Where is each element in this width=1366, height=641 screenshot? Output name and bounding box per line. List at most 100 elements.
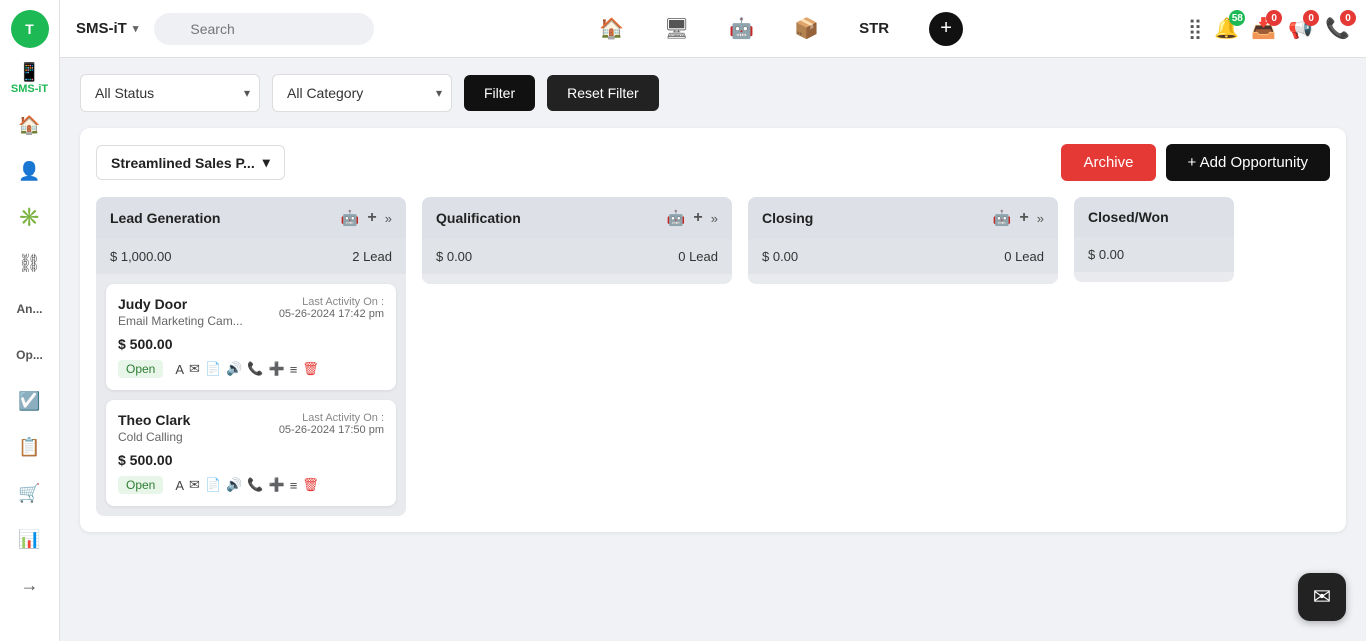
chat-icon: ✉ bbox=[1313, 584, 1331, 610]
col-title-closing: Closing bbox=[762, 210, 985, 226]
filter-button[interactable]: Filter bbox=[464, 75, 535, 111]
home-icon[interactable]: 🏠 bbox=[599, 16, 624, 41]
col-amount-closing: $ 0.00 bbox=[762, 249, 798, 264]
robot-icon[interactable]: 🤖 bbox=[729, 16, 754, 41]
col-totals-closing: $ 0.00 0 Lead bbox=[748, 239, 1058, 274]
action-delete-theo[interactable]: 🗑 bbox=[302, 477, 319, 493]
kanban-col-closed-won: Closed/Won $ 0.00 bbox=[1074, 197, 1234, 282]
user-avatar[interactable]: T bbox=[11, 10, 49, 48]
action-audio-judy[interactable]: 🔊 bbox=[226, 361, 242, 377]
content: All Status ▾ All Category ▾ Filter Reset… bbox=[60, 58, 1366, 641]
col-title-closed-won: Closed/Won bbox=[1088, 209, 1220, 225]
sidebar-item-collapse[interactable]: → bbox=[11, 566, 49, 604]
sidebar-item-shop[interactable]: 🛒 bbox=[11, 474, 49, 512]
last-activity-theo: 05-26-2024 17:50 pm bbox=[279, 424, 384, 436]
col-add-icon-lead-generation[interactable]: + bbox=[367, 209, 376, 227]
opp-status-theo: Open bbox=[118, 476, 163, 494]
kanban-board: Lead Generation 🤖 + » $ 1,000.00 2 Lead bbox=[96, 197, 1330, 516]
opp-footer-judy: Open A ✉ 📄 🔊 📞 ➕ ≡ 🗑 bbox=[118, 360, 384, 378]
opp-actions-theo: A ✉ 📄 🔊 📞 ➕ ≡ 🗑 bbox=[175, 477, 318, 493]
sidebar-item-tasks[interactable]: ☑️ bbox=[11, 382, 49, 420]
sidebar-item-pipeline[interactable]: ⛓ bbox=[11, 244, 49, 282]
opp-sub-judy-door: Email Marketing Cam... bbox=[118, 314, 243, 328]
col-totals-lead-generation: $ 1,000.00 2 Lead bbox=[96, 239, 406, 274]
brand-chevron: ▾ bbox=[133, 22, 139, 35]
monitor-icon[interactable]: 🖥 bbox=[664, 16, 689, 41]
bell-icon-btn[interactable]: 🔔 58 bbox=[1214, 16, 1239, 41]
opp-card-judy-door[interactable]: Judy Door Email Marketing Cam... Last Ac… bbox=[106, 284, 396, 390]
col-title-qualification: Qualification bbox=[436, 210, 659, 226]
reset-filter-button[interactable]: Reset Filter bbox=[547, 75, 659, 111]
action-plus-judy[interactable]: ➕ bbox=[269, 361, 285, 377]
archive-button[interactable]: Archive bbox=[1061, 144, 1155, 181]
opp-card-theo-clark[interactable]: Theo Clark Cold Calling Last Activity On… bbox=[106, 400, 396, 506]
action-plus-theo[interactable]: ➕ bbox=[269, 477, 285, 493]
col-expand-icon-qualification[interactable]: » bbox=[711, 211, 718, 226]
kanban-col-qualification: Qualification 🤖 + » $ 0.00 0 Lead bbox=[422, 197, 732, 284]
brand[interactable]: SMS-iT ▾ bbox=[76, 20, 138, 37]
col-amount-lead-generation: $ 1,000.00 bbox=[110, 249, 171, 264]
col-robot-icon-closing[interactable]: 🤖 bbox=[993, 209, 1012, 227]
chat-bubble[interactable]: ✉ bbox=[1298, 573, 1346, 621]
action-list-judy[interactable]: ≡ bbox=[290, 362, 298, 377]
opp-amount-judy: $ 500.00 bbox=[118, 336, 384, 352]
search-input[interactable] bbox=[154, 13, 374, 45]
col-totals-qualification: $ 0.00 0 Lead bbox=[422, 239, 732, 274]
col-expand-icon-lead-generation[interactable]: » bbox=[385, 211, 392, 226]
action-phone-theo[interactable]: 📞 bbox=[247, 477, 263, 493]
sidebar-item-contacts[interactable]: 👤 bbox=[11, 152, 49, 190]
col-amount-closed-won: $ 0.00 bbox=[1088, 247, 1124, 262]
kanban-col-lead-generation: Lead Generation 🤖 + » $ 1,000.00 2 Lead bbox=[96, 197, 406, 516]
action-file-judy[interactable]: 📄 bbox=[205, 361, 221, 377]
sidebar-item-dashboard[interactable]: 📊 bbox=[11, 520, 49, 558]
status-select[interactable]: All Status bbox=[80, 74, 260, 112]
pipeline-header: Streamlined Sales P... ▾ Archive + Add O… bbox=[96, 144, 1330, 181]
col-totals-closed-won: $ 0.00 bbox=[1074, 237, 1234, 272]
action-a-judy[interactable]: A bbox=[175, 362, 184, 377]
sidebar-item-reports[interactable]: 📋 bbox=[11, 428, 49, 466]
action-audio-theo[interactable]: 🔊 bbox=[226, 477, 242, 493]
megaphone-icon-btn[interactable]: 📢 0 bbox=[1288, 16, 1313, 41]
action-delete-judy[interactable]: 🗑 bbox=[302, 361, 319, 377]
action-a-theo[interactable]: A bbox=[175, 478, 184, 493]
last-activity-label-judy: Last Activity On : bbox=[279, 296, 384, 308]
action-phone-judy[interactable]: 📞 bbox=[247, 361, 263, 377]
main-area: SMS-iT ▾ 🔍 🏠 🖥 🤖 📦 STR + ⣿ 🔔 58 📥 bbox=[60, 0, 1366, 641]
col-title-lead-generation: Lead Generation bbox=[110, 210, 333, 226]
inbox-icon-btn[interactable]: 📥 0 bbox=[1251, 16, 1276, 41]
pipeline-name-dropdown[interactable]: Streamlined Sales P... ▾ bbox=[96, 145, 285, 180]
category-select-wrap: All Category ▾ bbox=[272, 74, 452, 112]
pipeline-name-chevron-icon: ▾ bbox=[263, 154, 270, 171]
action-email-theo[interactable]: ✉ bbox=[189, 477, 200, 493]
col-robot-icon-lead-generation[interactable]: 🤖 bbox=[341, 209, 360, 227]
kanban-col-closing: Closing 🤖 + » $ 0.00 0 Lead bbox=[748, 197, 1058, 284]
last-activity-label-theo: Last Activity On : bbox=[279, 412, 384, 424]
topbar-center: 🏠 🖥 🤖 📦 STR + bbox=[390, 12, 1171, 46]
col-header-lead-generation: Lead Generation 🤖 + » bbox=[96, 197, 406, 239]
add-opportunity-button[interactable]: + Add Opportunity bbox=[1166, 144, 1331, 181]
pipeline-name-wrap: Streamlined Sales P... ▾ bbox=[96, 145, 285, 180]
plus-button[interactable]: + bbox=[929, 12, 963, 46]
col-add-icon-closing[interactable]: + bbox=[1019, 209, 1028, 227]
sidebar-item-op[interactable]: Op... bbox=[11, 336, 49, 374]
col-expand-icon-closing[interactable]: » bbox=[1037, 211, 1044, 226]
category-select[interactable]: All Category bbox=[272, 74, 452, 112]
sidebar-item-an[interactable]: An... bbox=[11, 290, 49, 328]
narrow-sidebar: T 📱 SMS-iT 🏠 👤 ✳️ ⛓ An... Op... ☑️ 📋 🛒 📊… bbox=[0, 0, 60, 641]
phone-icon-btn[interactable]: 📞 0 bbox=[1325, 16, 1350, 41]
grid-icon-btn[interactable]: ⣿ bbox=[1188, 16, 1203, 41]
col-header-qualification: Qualification 🤖 + » bbox=[422, 197, 732, 239]
action-list-theo[interactable]: ≡ bbox=[290, 478, 298, 493]
col-lead-count-qualification: 0 Lead bbox=[678, 249, 718, 264]
grid-icon: ⣿ bbox=[1188, 18, 1203, 40]
col-robot-icon-qualification[interactable]: 🤖 bbox=[667, 209, 686, 227]
col-add-icon-qualification[interactable]: + bbox=[693, 209, 702, 227]
pipeline-actions: Archive + Add Opportunity bbox=[1061, 144, 1330, 181]
box-icon[interactable]: 📦 bbox=[794, 16, 819, 41]
action-file-theo[interactable]: 📄 bbox=[205, 477, 221, 493]
opp-actions-judy: A ✉ 📄 🔊 📞 ➕ ≡ 🗑 bbox=[175, 361, 318, 377]
sidebar-item-home[interactable]: 🏠 bbox=[11, 106, 49, 144]
opp-status-judy: Open bbox=[118, 360, 163, 378]
sidebar-item-analytics[interactable]: ✳️ bbox=[11, 198, 49, 236]
action-email-judy[interactable]: ✉ bbox=[189, 361, 200, 377]
